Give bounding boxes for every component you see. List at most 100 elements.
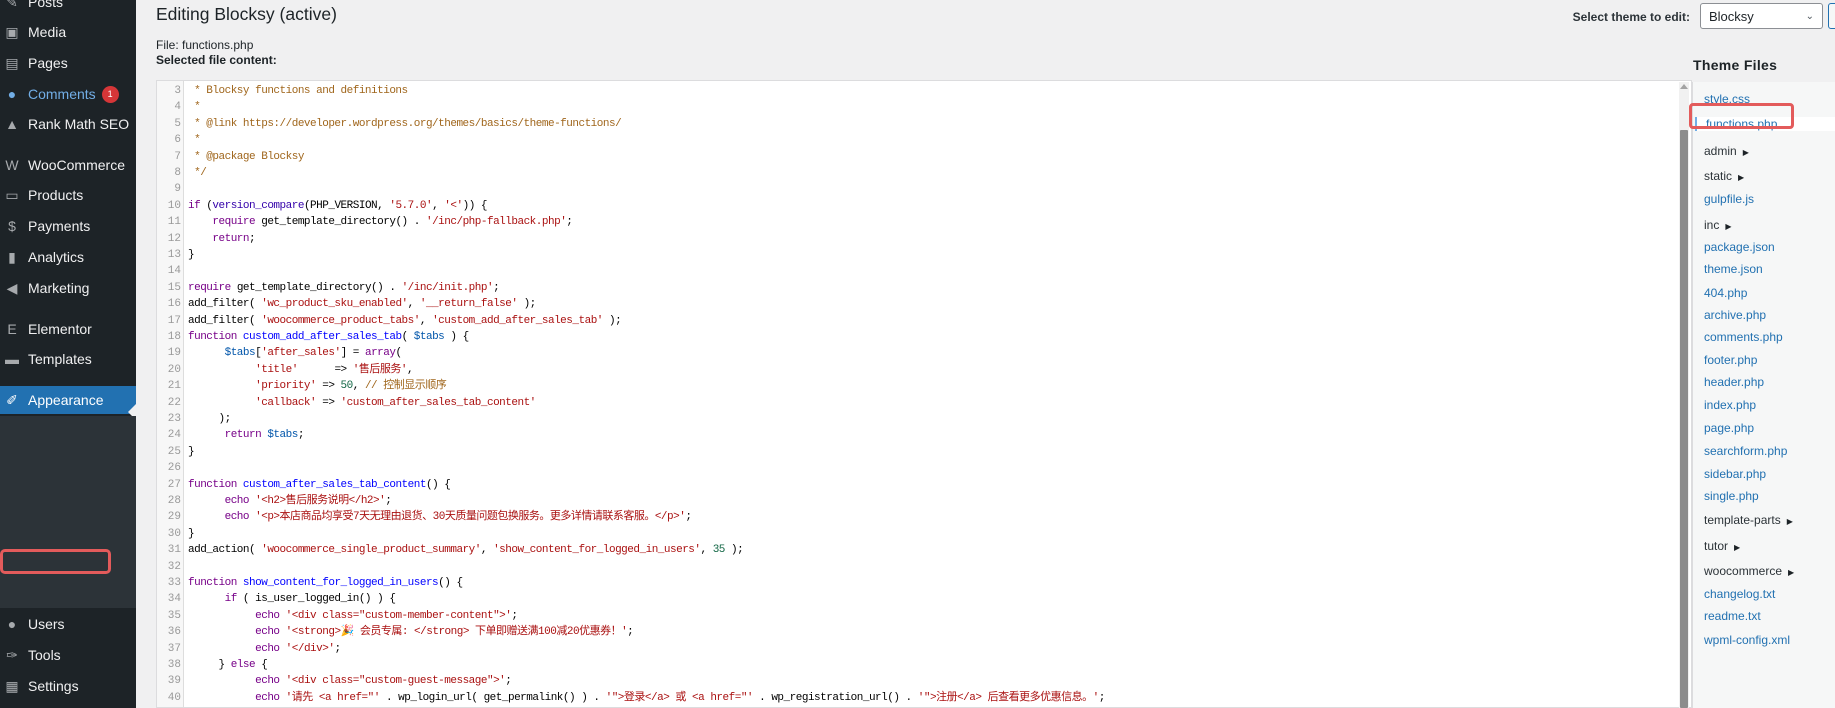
code-token: echo <box>224 511 250 524</box>
folder-item-inc[interactable]: inc ▶ <box>1704 218 1732 232</box>
code-line[interactable]: 'priority' => 50, // 控制显示顺序 <box>188 378 447 394</box>
code-line[interactable]: function custom_after_sales_tab_content(… <box>188 477 451 493</box>
sidebar-item-elementor[interactable]: E Elementor <box>0 315 136 343</box>
file-item-single-php[interactable]: single.php <box>1704 489 1759 503</box>
sidebar-item-posts[interactable]: ✎ Posts <box>0 0 136 16</box>
sidebar-item-label: Pages <box>28 55 68 71</box>
line-number: 15 <box>167 281 181 294</box>
sidebar-item-settings[interactable]: ▦ Settings <box>0 672 136 700</box>
code-line[interactable]: 'title' => '售后服务', <box>188 362 413 378</box>
line-number: 37 <box>167 642 181 655</box>
code-line[interactable]: } <box>188 444 195 460</box>
code-line[interactable]: * @package Blocksy <box>188 149 304 165</box>
file-item-page-php[interactable]: page.php <box>1704 421 1754 435</box>
code-line[interactable]: echo '<p>本店商品均享受7天无理由退货、30天质量问题包换服务。更多详情… <box>188 509 692 525</box>
file-item-footer-php[interactable]: footer.php <box>1704 353 1757 367</box>
file-item-sidebar-php[interactable]: sidebar.php <box>1704 467 1766 481</box>
sidebar-item-users[interactable]: ● Users <box>0 610 136 638</box>
file-item-package-json[interactable]: package.json <box>1704 240 1775 254</box>
code-line[interactable]: * Blocksy functions and definitions <box>188 83 408 99</box>
file-name: gulpfile.js <box>1704 192 1755 206</box>
code-editor[interactable]: 3 4 5 6 7 8 9 10 11 12 13 14 15 16 17 18 19 20 21 22 23 24 25 2… <box>156 80 1692 708</box>
code-line[interactable]: echo '<strong>🎉 会员专属: </strong> 下单即赠送满10… <box>188 624 634 640</box>
folder-item-template-parts[interactable]: template-parts ▶ <box>1704 513 1793 527</box>
code-line[interactable]: * @link https://developer.wordpress.org/… <box>188 116 622 132</box>
file-item-404-php[interactable]: 404.php <box>1704 286 1747 300</box>
code-line[interactable]: echo '请先 <a href="' . wp_login_url( get_… <box>188 690 1105 706</box>
folder-item-static[interactable]: static ▶ <box>1704 169 1744 183</box>
code-line[interactable]: function custom_add_after_sales_tab( $ta… <box>188 329 469 345</box>
code-line[interactable]: add_filter( 'woocommerce_product_tabs', … <box>188 313 622 329</box>
code-line[interactable]: add_filter( 'wc_product_sku_enabled', '_… <box>188 296 536 312</box>
code-token: echo <box>255 642 280 655</box>
sidebar-item-comments[interactable]: ● Comments 1 <box>0 80 136 108</box>
code-line[interactable]: require get_template_directory() . '/inc… <box>188 280 500 296</box>
code-line[interactable]: echo '<div class="custom-member-content"… <box>188 608 518 624</box>
scroll-up-arrow-icon[interactable] <box>1680 84 1688 89</box>
file-item-changelog-txt[interactable]: changelog.txt <box>1704 587 1775 601</box>
code-line[interactable]: if (version_compare(PHP_VERSION, '5.7.0'… <box>188 198 488 214</box>
code-token: echo <box>224 495 250 507</box>
sidebar-item-payments[interactable]: $ Payments <box>0 212 136 240</box>
folder-item-woocommerce[interactable]: woocommerce ▶ <box>1704 564 1794 578</box>
code-line[interactable]: * <box>188 99 201 115</box>
code-token: '/inc/php-fallback.php' <box>425 216 567 229</box>
sidebar-item-tools[interactable]: ✑ Tools <box>0 641 136 669</box>
select-theme-button[interactable] <box>1828 3 1835 29</box>
code-line[interactable]: return; <box>188 231 255 247</box>
sidebar-item-analytics[interactable]: ▮ Analytics <box>0 243 136 271</box>
scrollbar-thumb[interactable] <box>1680 130 1688 708</box>
line-number: 27 <box>167 478 181 491</box>
code-line[interactable]: function show_content_for_logged_in_user… <box>188 575 463 591</box>
code-line[interactable]: } <box>188 247 195 263</box>
theme-select[interactable]: Blocksy ⌄ <box>1700 3 1823 29</box>
code-line[interactable]: } else { <box>188 657 268 673</box>
code-line[interactable]: echo '<h2>售后服务说明</h2>'; <box>188 493 392 509</box>
file-item-wpml-config-xml[interactable]: wpml-config.xml <box>1704 633 1790 647</box>
file-item-index-php[interactable]: index.php <box>1704 398 1756 412</box>
code-line[interactable]: 'callback' => 'custom_after_sales_tab_co… <box>188 395 536 411</box>
code-line[interactable]: echo '<div class="custom-guest-message">… <box>188 673 512 689</box>
sidebar-item-appearance[interactable]: ✐ Appearance <box>0 386 136 414</box>
code-token: custom_add_after_sales_tab <box>242 331 402 343</box>
code-line[interactable]: $tabs['after_sales'] = array( <box>188 345 402 361</box>
code-line[interactable]: if ( is_user_logged_in() ) { <box>188 591 396 607</box>
folder-item-admin[interactable]: admin ▶ <box>1704 144 1749 158</box>
file-item-comments-php[interactable]: comments.php <box>1704 330 1783 344</box>
file-item-theme-json[interactable]: theme.json <box>1704 262 1763 276</box>
code-token: ); <box>517 298 537 311</box>
code-line[interactable]: echo '</div>'; <box>188 641 341 657</box>
line-number: 12 <box>167 232 181 245</box>
sidebar-item-products[interactable]: ▭ Products <box>0 181 136 209</box>
file-name: template-parts <box>1704 513 1781 527</box>
code-line[interactable]: ); <box>188 411 232 427</box>
code-token: . wp_registration_url() . <box>753 691 918 704</box>
code-line[interactable]: } <box>188 526 195 542</box>
file-item-searchform-php[interactable]: searchform.php <box>1704 444 1787 458</box>
line-number: 39 <box>167 675 181 688</box>
code-line[interactable]: add_action( 'woocommerce_single_product_… <box>188 542 744 558</box>
sidebar-item-media[interactable]: ▣ Media <box>0 18 136 46</box>
sidebar-item-label: Appearance <box>28 392 104 408</box>
code-line[interactable]: require get_template_directory() . '/inc… <box>188 214 573 230</box>
file-item-gulpfile-js[interactable]: gulpfile.js <box>1704 192 1754 206</box>
file-item-readme-txt[interactable]: readme.txt <box>1704 609 1761 623</box>
line-number: 10 <box>167 199 181 212</box>
sidebar-item-woocommerce[interactable]: W WooCommerce <box>0 151 136 179</box>
folder-item-tutor[interactable]: tutor ▶ <box>1704 539 1740 553</box>
code-line[interactable]: */ <box>188 165 207 181</box>
code-line[interactable]: return $tabs; <box>188 427 305 443</box>
file-item-archive-php[interactable]: archive.php <box>1704 308 1766 322</box>
editor-scrollbar[interactable] <box>1679 82 1689 708</box>
file-item-header-php[interactable]: header.php <box>1704 375 1764 389</box>
sidebar-item-marketing[interactable]: ◀ Marketing <box>0 274 136 302</box>
sidebar-item-templates[interactable]: ▬ Templates <box>0 345 136 373</box>
code-line[interactable]: * <box>188 132 201 148</box>
sidebar-item-pages[interactable]: ▤ Pages <box>0 49 136 77</box>
sidebar-item-rank-math-seo[interactable]: ▲ Rank Math SEO <box>0 110 136 138</box>
